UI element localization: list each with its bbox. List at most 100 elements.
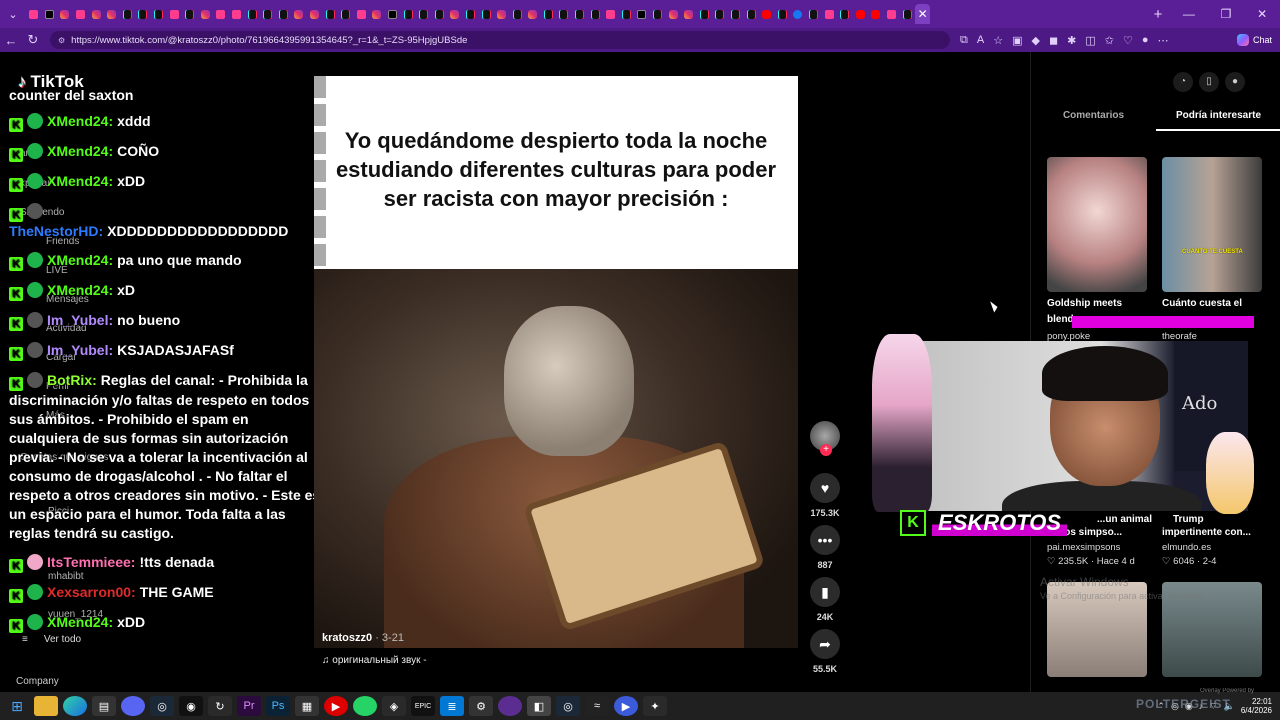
browser-tab[interactable] xyxy=(478,4,494,24)
extension-icon[interactable]: ▣ xyxy=(1012,34,1022,47)
browser-tab[interactable] xyxy=(556,4,572,24)
browser-tab[interactable] xyxy=(790,4,806,24)
browser-tab[interactable] xyxy=(291,4,307,24)
save-action[interactable]: ▮ 24K xyxy=(810,577,840,622)
browser-tab[interactable] xyxy=(868,4,884,24)
browser-tab[interactable] xyxy=(603,4,619,24)
discord-icon[interactable] xyxy=(121,696,145,716)
browser-tab[interactable] xyxy=(884,4,900,24)
chat-username[interactable]: XMend24: xyxy=(47,143,113,159)
windows-start-icon[interactable]: ⊞ xyxy=(5,696,29,716)
browser-tab[interactable] xyxy=(73,4,89,24)
card-title-cont[interactable]: impertinente con... xyxy=(1162,527,1251,538)
notepad-icon[interactable]: ≣ xyxy=(440,696,464,716)
browser-tab[interactable] xyxy=(431,4,447,24)
browser-tab[interactable] xyxy=(899,4,915,24)
tab-interest[interactable]: Podría interesarte xyxy=(1156,110,1280,131)
like-action[interactable]: ♥ 175.3K xyxy=(810,473,840,518)
translate-icon[interactable]: ⧉ xyxy=(960,34,968,47)
chat-username[interactable]: BotRix: xyxy=(47,372,97,388)
card-author[interactable]: pai.mexsimpsons xyxy=(1047,542,1120,553)
browser-tab[interactable] xyxy=(244,4,260,24)
browser-tab[interactable] xyxy=(229,4,245,24)
browser-tab[interactable] xyxy=(385,4,401,24)
follow-plus-icon[interactable]: + xyxy=(820,444,832,456)
browser-tab[interactable] xyxy=(198,4,214,24)
premiere-icon[interactable]: Pr xyxy=(237,696,261,716)
chat-username[interactable]: TheNestorHD: xyxy=(9,223,103,239)
recommend-thumbnail[interactable] xyxy=(1047,157,1147,292)
store-icon[interactable]: ▤ xyxy=(92,696,116,716)
chat-username[interactable]: XMend24: xyxy=(47,282,113,298)
browser-tab[interactable] xyxy=(338,4,354,24)
browser-tab[interactable] xyxy=(322,4,338,24)
browser-tab[interactable] xyxy=(743,4,759,24)
browser-tab[interactable] xyxy=(42,4,58,24)
chat-username[interactable]: XMend24: xyxy=(47,113,113,129)
browser-tab[interactable] xyxy=(353,4,369,24)
chat-username[interactable]: ItsTemmieee: xyxy=(47,554,135,570)
app-icon[interactable]: ▦ xyxy=(295,696,319,716)
browser-tab[interactable] xyxy=(260,4,276,24)
media-icon[interactable]: ▶ xyxy=(324,696,348,716)
browser-tab[interactable] xyxy=(166,4,182,24)
app-icon[interactable]: ◧ xyxy=(527,696,551,716)
url-field[interactable]: ⚙ https://www.tiktok.com/@kratoszz0/phot… xyxy=(50,31,950,49)
browser-tab[interactable] xyxy=(26,4,42,24)
video-player[interactable]: Yo quedándome despierto toda la noche es… xyxy=(314,76,798,648)
profile-avatar-icon[interactable]: ● xyxy=(1142,34,1149,46)
browser-tab[interactable] xyxy=(57,4,73,24)
browser-tab[interactable] xyxy=(852,4,868,24)
card-author[interactable]: elmundo.es xyxy=(1162,542,1211,553)
browser-tab[interactable] xyxy=(572,4,588,24)
photoshop-icon[interactable]: Ps xyxy=(266,696,290,716)
browser-tab[interactable] xyxy=(494,4,510,24)
browser-tab[interactable] xyxy=(728,4,744,24)
browser-tab[interactable] xyxy=(634,4,650,24)
card-title[interactable]: Goldship meets xyxy=(1047,298,1122,309)
reload-icon[interactable]: ↻ xyxy=(22,32,44,48)
whatsapp-icon[interactable] xyxy=(353,696,377,716)
tab-menu-chevron-icon[interactable]: ⌄ xyxy=(0,0,26,28)
browser-tab[interactable] xyxy=(619,4,635,24)
browser-tab[interactable] xyxy=(541,4,557,24)
read-aloud-icon[interactable]: A xyxy=(977,34,984,46)
app-icon[interactable]: ↻ xyxy=(208,696,232,716)
browser-tab[interactable] xyxy=(135,4,151,24)
browser-tab[interactable] xyxy=(120,4,136,24)
chat-username[interactable]: Im_Yubel: xyxy=(47,312,113,328)
browser-tab[interactable] xyxy=(104,4,120,24)
browser-tab[interactable] xyxy=(307,4,323,24)
new-tab-button[interactable]: + xyxy=(1146,6,1170,23)
chat-username[interactable]: XMend24: xyxy=(47,614,113,630)
browser-tab[interactable] xyxy=(712,4,728,24)
card-title[interactable]: Cuánto cuesta el xyxy=(1162,298,1242,309)
browser-tab[interactable] xyxy=(400,4,416,24)
browser-tab[interactable] xyxy=(525,4,541,24)
edge-browser-icon[interactable] xyxy=(63,696,87,716)
browser-tab[interactable] xyxy=(697,4,713,24)
browser-tab[interactable] xyxy=(276,4,292,24)
taskbar-clock[interactable]: 22:01 6/4/2026 xyxy=(1241,697,1272,715)
favorite-star-icon[interactable]: ☆ xyxy=(993,34,1003,47)
sound-link[interactable]: ♫ оригинальный звук - xyxy=(322,655,427,666)
back-icon[interactable]: ← xyxy=(0,33,22,48)
maximize-icon[interactable]: ❐ xyxy=(1221,7,1232,21)
file-explorer-icon[interactable] xyxy=(34,696,58,716)
card-title[interactable]: ...un animal xyxy=(1097,514,1152,525)
chat-username[interactable]: XMend24: xyxy=(47,252,113,268)
copilot-chat-button[interactable]: Chat xyxy=(1236,34,1272,46)
heart-icon[interactable]: ♡ xyxy=(1123,34,1133,47)
split-screen-icon[interactable]: ◫ xyxy=(1085,34,1095,47)
browser-tab[interactable] xyxy=(463,4,479,24)
app-icon[interactable] xyxy=(498,696,522,716)
browser-tab[interactable] xyxy=(509,4,525,24)
browser-tab[interactable] xyxy=(759,4,775,24)
browser-tab[interactable] xyxy=(650,4,666,24)
see-all-link[interactable]: ≡ Ver todo xyxy=(22,634,81,645)
site-info-icon[interactable]: ⚙ xyxy=(58,36,65,45)
browser-tab[interactable] xyxy=(587,4,603,24)
app-icon[interactable]: ◈ xyxy=(382,696,406,716)
extension-icon[interactable]: ◆ xyxy=(1031,34,1039,47)
more-menu-icon[interactable]: ⋯ xyxy=(1157,34,1168,47)
